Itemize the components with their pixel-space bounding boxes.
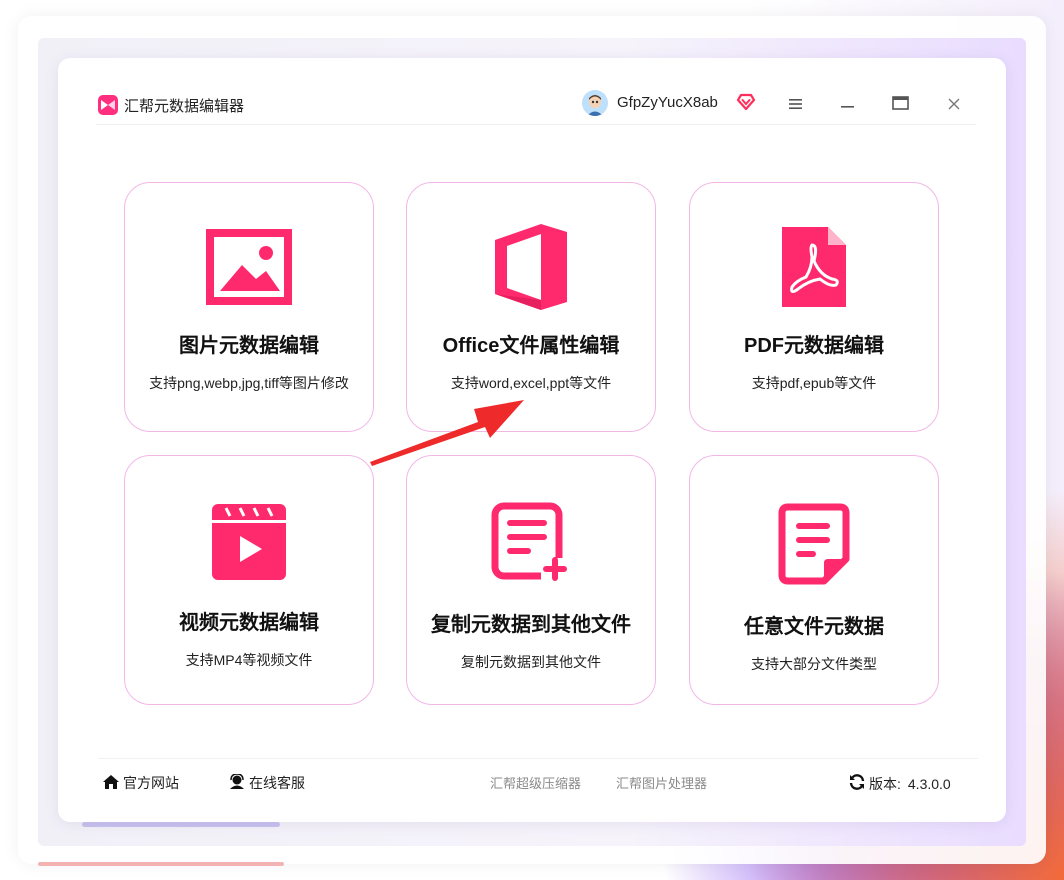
- annotation-arrow: [370, 400, 524, 466]
- card-description: 复制元数据到其他文件: [461, 654, 601, 670]
- website-label: 官方网站: [123, 775, 179, 791]
- card-title: 图片元数据编辑: [179, 335, 319, 357]
- card-description: 支持png,webp,jpg,tiff等图片修改: [149, 375, 349, 391]
- card-description: 支持大部分文件类型: [751, 656, 877, 672]
- app-window: 汇帮元数据编辑器 GfpZyYucX8ab 图片元数据编辑 支持png,webp…: [58, 58, 1006, 822]
- decorative-line: [82, 822, 280, 827]
- file-icon: [690, 500, 938, 588]
- minimize-icon[interactable]: [840, 96, 856, 117]
- video-icon: [125, 498, 373, 586]
- card-video-metadata[interactable]: 视频元数据编辑 支持MP4等视频文件: [124, 455, 374, 705]
- support-label: 在线客服: [249, 775, 305, 791]
- card-title: 视频元数据编辑: [179, 612, 319, 634]
- version-info[interactable]: 版本: 4.3.0.0: [848, 773, 951, 794]
- copy-document-icon: [407, 498, 655, 586]
- app-title: 汇帮元数据编辑器: [124, 98, 245, 115]
- username[interactable]: GfpZyYucX8ab: [617, 94, 718, 111]
- card-copy-metadata[interactable]: 复制元数据到其他文件 复制元数据到其他文件: [406, 455, 656, 705]
- version-label: 版本:: [869, 775, 901, 792]
- card-title: 任意文件元数据: [744, 616, 884, 638]
- pdf-icon: [690, 223, 938, 311]
- decorative-line: [38, 862, 284, 866]
- card-title: 复制元数据到其他文件: [431, 614, 631, 636]
- home-icon: [102, 774, 120, 793]
- card-any-file-metadata[interactable]: 任意文件元数据 支持大部分文件类型: [689, 455, 939, 705]
- refresh-icon: [848, 773, 866, 794]
- image-icon: [125, 223, 373, 311]
- card-description: 支持pdf,epub等文件: [751, 375, 877, 391]
- card-description: 支持MP4等视频文件: [185, 652, 313, 668]
- avatar[interactable]: [582, 90, 608, 116]
- card-description: 支持word,excel,ppt等文件: [450, 375, 612, 391]
- office-icon: [407, 223, 655, 311]
- card-pdf-metadata[interactable]: PDF元数据编辑 支持pdf,epub等文件: [689, 182, 939, 432]
- vip-icon[interactable]: [736, 92, 756, 117]
- support-icon: [228, 772, 246, 793]
- card-office-properties[interactable]: Office文件属性编辑 支持word,excel,ppt等文件: [406, 182, 656, 432]
- maximize-icon[interactable]: [892, 95, 910, 116]
- footer-bar: 官方网站 在线客服 汇帮超级压缩器 汇帮图片处理器 版本: 4.3.0.0: [98, 758, 978, 803]
- compressor-link[interactable]: 汇帮超级压缩器: [490, 773, 581, 792]
- card-title: PDF元数据编辑: [744, 335, 884, 357]
- app-logo-icon: [98, 95, 118, 115]
- image-processor-link[interactable]: 汇帮图片处理器: [616, 773, 707, 792]
- version-number: 4.3.0.0: [907, 775, 951, 792]
- title-bar: 汇帮元数据编辑器 GfpZyYucX8ab: [96, 88, 976, 125]
- close-icon[interactable]: [946, 94, 962, 117]
- card-title: Office文件属性编辑: [442, 335, 620, 357]
- menu-icon[interactable]: [788, 96, 804, 117]
- card-image-metadata[interactable]: 图片元数据编辑 支持png,webp,jpg,tiff等图片修改: [124, 182, 374, 432]
- online-support-link[interactable]: 在线客服: [228, 772, 305, 793]
- official-website-link[interactable]: 官方网站: [102, 773, 179, 793]
